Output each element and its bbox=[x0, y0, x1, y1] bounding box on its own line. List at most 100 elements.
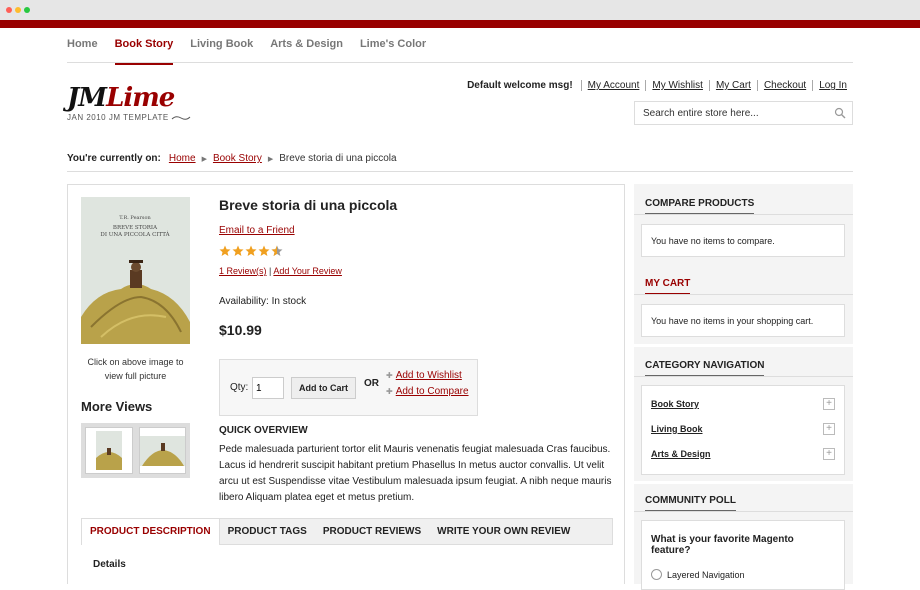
search-icon[interactable] bbox=[834, 107, 846, 119]
my-account-link[interactable]: My Account bbox=[580, 80, 646, 91]
book-cover-image: T.R. Pearson BREVE STORIA DI UNA PICCOLA… bbox=[81, 197, 190, 344]
category-link-arts-design[interactable]: Arts & Design bbox=[651, 449, 711, 459]
breadcrumb-arrow-icon: ▶ bbox=[201, 155, 207, 163]
cart-block: MY CART You have no items in your shoppi… bbox=[634, 264, 853, 344]
plus-icon: ✚ bbox=[386, 387, 393, 396]
add-to-cart-button[interactable]: Add to Cart bbox=[291, 377, 356, 399]
top-navigation: Home Book Story Living Book Arts & Desig… bbox=[67, 38, 443, 65]
block-divider bbox=[634, 376, 853, 377]
category-link-living-book[interactable]: Living Book bbox=[651, 424, 703, 434]
search-box bbox=[634, 101, 853, 125]
product-image[interactable]: T.R. Pearson BREVE STORIA DI UNA PICCOLA… bbox=[81, 197, 190, 344]
logo-part-lime: Lime bbox=[106, 83, 175, 113]
expand-icon[interactable]: + bbox=[823, 447, 835, 460]
more-views-gallery bbox=[81, 423, 190, 478]
breadcrumb-arrow-icon: ▶ bbox=[267, 155, 274, 163]
tab-product-description[interactable]: PRODUCT DESCRIPTION bbox=[82, 519, 220, 545]
category-list: Book Story + Living Book + Arts & Design + bbox=[641, 385, 845, 475]
image-hint: Click on above image to view full pictur… bbox=[81, 355, 190, 383]
star-icon bbox=[245, 245, 257, 256]
compare-title: COMPARE PRODUCTS bbox=[645, 198, 755, 215]
image-hint-line-1: Click on above image to bbox=[87, 357, 184, 367]
logo-part-jm: JM bbox=[67, 83, 107, 113]
details-heading: Details bbox=[93, 559, 126, 570]
email-friend-link[interactable]: Email to a Friend bbox=[219, 225, 295, 236]
qty-label: Qty: bbox=[230, 382, 249, 393]
add-to-cart-box: Qty: Add to Cart OR ✚Add to Wishlist ✚Ad… bbox=[219, 359, 478, 416]
or-label: OR bbox=[364, 378, 379, 389]
star-icon bbox=[219, 245, 231, 256]
breadcrumb: You're currently on: Home ▶ Book Story ▶… bbox=[67, 153, 397, 164]
star-half-icon bbox=[271, 245, 283, 256]
star-icon bbox=[232, 245, 244, 256]
thumbnail-2[interactable] bbox=[138, 427, 186, 474]
flourish-icon bbox=[172, 116, 191, 120]
thumbnail-1[interactable] bbox=[85, 427, 133, 474]
my-wishlist-link[interactable]: My Wishlist bbox=[645, 80, 709, 91]
account-links: Default welcome msg! My Account My Wishl… bbox=[467, 80, 853, 91]
quick-overview-heading: QUICK OVERVIEW bbox=[219, 425, 308, 436]
nav-limes-color[interactable]: Lime's Color bbox=[360, 38, 426, 65]
breadcrumb-label: You're currently on: bbox=[67, 153, 161, 164]
nav-arts-design[interactable]: Arts & Design bbox=[270, 38, 343, 65]
add-to-compare-link[interactable]: Add to Compare bbox=[396, 386, 469, 397]
cover-title-line-1: BREVE STORIA bbox=[113, 225, 158, 231]
tab-write-review[interactable]: WRITE YOUR OWN REVIEW bbox=[429, 519, 578, 544]
nav-living-book[interactable]: Living Book bbox=[190, 38, 253, 65]
breadcrumb-current: Breve storia di una piccola bbox=[279, 153, 397, 164]
image-hint-line-2: view full picture bbox=[104, 371, 167, 381]
cart-title: MY CART bbox=[645, 278, 691, 295]
tab-product-tags[interactable]: PRODUCT TAGS bbox=[220, 519, 315, 544]
poll-question: What is your favorite Magento feature? bbox=[651, 534, 794, 556]
add-review-link[interactable]: Add Your Review bbox=[273, 266, 342, 276]
quick-overview-text: Pede malesuada parturient tortor elit Ma… bbox=[219, 444, 612, 503]
category-title: CATEGORY NAVIGATION bbox=[645, 360, 765, 377]
category-item: Book Story + bbox=[651, 391, 835, 416]
my-cart-link[interactable]: My Cart bbox=[708, 80, 757, 91]
poll-title: COMMUNITY POLL bbox=[645, 495, 736, 512]
category-item: Living Book + bbox=[651, 416, 835, 441]
category-block: CATEGORY NAVIGATION Book Story + Living B… bbox=[634, 347, 853, 481]
nav-divider bbox=[67, 62, 853, 63]
product-view: T.R. Pearson BREVE STORIA DI UNA PICCOLA… bbox=[67, 184, 625, 584]
close-window-icon[interactable] bbox=[6, 7, 12, 13]
login-link[interactable]: Log In bbox=[812, 80, 853, 91]
breadcrumb-category[interactable]: Book Story bbox=[213, 153, 262, 164]
minimize-window-icon[interactable] bbox=[15, 7, 21, 13]
compare-message: You have no items to compare. bbox=[641, 224, 845, 257]
browser-chrome bbox=[0, 0, 920, 20]
maximize-window-icon[interactable] bbox=[24, 7, 30, 13]
search-input[interactable] bbox=[635, 102, 825, 124]
compare-block: COMPARE PRODUCTS You have no items to co… bbox=[634, 184, 853, 264]
block-divider bbox=[634, 511, 853, 512]
breadcrumb-divider bbox=[67, 171, 853, 172]
checkout-link[interactable]: Checkout bbox=[756, 80, 812, 91]
category-item: Arts & Design + bbox=[651, 441, 835, 466]
expand-icon[interactable]: + bbox=[823, 422, 835, 435]
poll-option-label: Layered Navigation bbox=[667, 569, 745, 580]
qty-input[interactable] bbox=[252, 377, 284, 399]
block-divider bbox=[634, 214, 853, 215]
product-title: Breve storia di una piccola bbox=[219, 197, 398, 213]
logo-tagline: JAN 2010 JM TEMPLATE bbox=[67, 113, 169, 122]
poll-option: Layered Navigation bbox=[651, 569, 835, 580]
breadcrumb-home[interactable]: Home bbox=[169, 153, 196, 164]
site-logo[interactable]: JMLime JAN 2010 JM TEMPLATE bbox=[67, 84, 191, 122]
cover-author: T.R. Pearson bbox=[119, 215, 151, 221]
brand-bar bbox=[0, 20, 920, 28]
category-link-book-story[interactable]: Book Story bbox=[651, 399, 699, 409]
star-icon bbox=[258, 245, 270, 256]
tab-product-reviews[interactable]: PRODUCT REVIEWS bbox=[315, 519, 429, 544]
nav-home[interactable]: Home bbox=[67, 38, 98, 65]
expand-icon[interactable]: + bbox=[823, 397, 835, 410]
cart-message: You have no items in your shopping cart. bbox=[641, 304, 845, 337]
poll-radio[interactable] bbox=[651, 569, 662, 580]
nav-book-story[interactable]: Book Story bbox=[114, 38, 174, 65]
block-divider bbox=[634, 294, 853, 295]
more-views-heading: More Views bbox=[81, 399, 153, 414]
availability: Availability: In stock bbox=[219, 296, 307, 307]
reviews-count-link[interactable]: 1 Review(s) bbox=[219, 266, 267, 276]
review-links: 1 Review(s) | Add Your Review bbox=[219, 266, 342, 276]
product-price: $10.99 bbox=[219, 322, 262, 338]
add-to-wishlist-link[interactable]: Add to Wishlist bbox=[396, 370, 462, 381]
